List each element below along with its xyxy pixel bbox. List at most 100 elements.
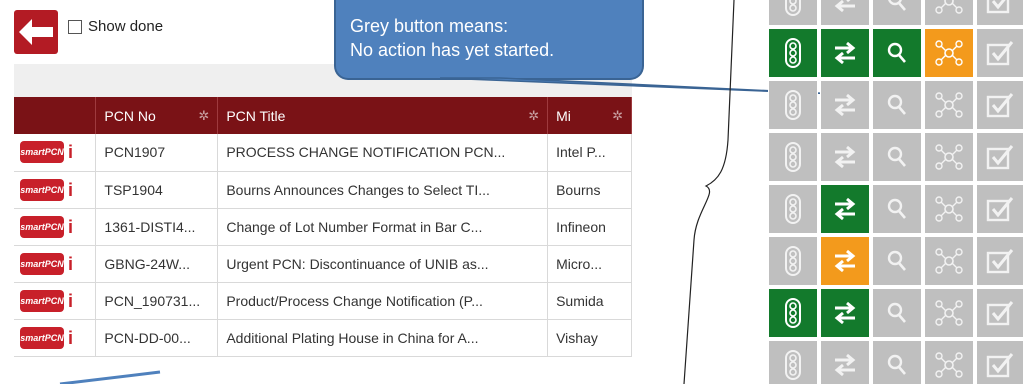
show-done-checkbox[interactable]: Show done [68,18,163,35]
column-header-manufacturer[interactable]: Mi ✲ [547,97,632,134]
checkbox-icon [986,352,1014,378]
table-row[interactable]: smartPCN i GBNG-24W... Urgent PCN: Disconti… [14,245,632,283]
column-header-pcn-title[interactable]: PCN Title ✲ [217,97,549,134]
manufacturer-cell: Bourns [547,171,632,209]
pcn-no-cell: GBNG-24W... [95,245,219,283]
smartpcn-logo-icon[interactable]: smartPCN [20,178,64,201]
table-header-row: PCN No ✲ PCN Title ✲ Mi ✲ [14,97,632,134]
traffic-light-icon [783,142,803,172]
status-button-traffic-light[interactable] [768,236,818,286]
manufacturer-cell: Infineon [547,208,632,246]
status-button-exchange-arrows[interactable] [820,340,870,384]
status-button-network[interactable] [924,340,974,384]
status-button-magnifier[interactable] [872,288,922,338]
status-button-traffic-light[interactable] [768,340,818,384]
gear-icon[interactable]: ✲ [528,108,539,124]
info-icon[interactable]: i [68,216,76,238]
exchange-arrows-icon [832,249,858,273]
magnifier-icon [886,301,908,325]
table-row[interactable]: smartPCN i TSP1904 Bourns Announces Changes… [14,171,632,209]
smartpcn-button[interactable]: smartPCN i [20,215,76,238]
pcn-no-cell: 1361-DISTI4... [95,208,219,246]
info-icon[interactable]: i [68,290,76,312]
manufacturer-cell: Intel P... [547,134,632,172]
traffic-light-icon [783,194,803,224]
smartpcn-button[interactable]: smartPCN i [20,252,76,275]
manufacturer-cell: Micro... [547,245,632,283]
status-button-checkbox[interactable] [976,132,1024,182]
status-button-network[interactable] [924,80,974,130]
table-row[interactable]: smartPCN i PCN1907 PROCESS CHANGE NOTIFICAT… [14,134,632,172]
row-actions-cell: smartPCN i [14,208,97,246]
status-button-checkbox[interactable] [976,236,1024,286]
column-header-pcn-no[interactable]: PCN No ✲ [95,97,219,134]
status-button-magnifier[interactable] [872,0,922,26]
status-button-exchange-arrows[interactable] [820,236,870,286]
magnifier-icon [886,197,908,221]
exchange-arrows-icon [832,301,858,325]
status-button-magnifier[interactable] [872,184,922,234]
checkbox-box[interactable] [68,19,82,34]
status-button-traffic-light[interactable] [768,80,818,130]
column-header-label: PCN No [104,107,156,124]
show-done-label: Show done [88,18,164,35]
pcn-no-cell: PCN_190731... [95,282,219,320]
callout-bubble: Grey button means: No action has yet sta… [334,0,644,80]
gear-icon[interactable]: ✲ [198,108,209,124]
status-button-checkbox[interactable] [976,340,1024,384]
status-button-traffic-light[interactable] [768,0,818,26]
info-icon[interactable]: i [68,253,76,275]
smartpcn-button[interactable]: smartPCN i [20,178,76,201]
smartpcn-logo-icon[interactable]: smartPCN [20,289,64,312]
row-actions-cell: smartPCN i [14,319,97,357]
status-button-exchange-arrows[interactable] [820,288,870,338]
status-button-network[interactable] [924,132,974,182]
status-button-network[interactable] [924,0,974,26]
status-button-magnifier[interactable] [872,80,922,130]
status-button-exchange-arrows[interactable] [820,0,870,26]
status-button-checkbox[interactable] [976,0,1024,26]
status-button-checkbox[interactable] [976,288,1024,338]
status-button-exchange-arrows[interactable] [820,80,870,130]
traffic-light-icon [783,246,803,276]
checkbox-icon [986,92,1014,118]
gear-icon[interactable]: ✲ [612,108,623,124]
smartpcn-logo-icon[interactable]: smartPCN [20,141,64,164]
status-button-network[interactable] [924,288,974,338]
smartpcn-logo-icon[interactable]: smartPCN [20,326,64,349]
pcn-title-cell: Change of Lot Number Format in Bar C... [217,208,549,246]
status-button-exchange-arrows[interactable] [820,28,870,78]
status-button-magnifier[interactable] [872,340,922,384]
table-row[interactable]: smartPCN i PCN-DD-00... Additional Plating … [14,319,632,357]
traffic-light-icon [783,90,803,120]
exchange-arrows-icon [832,0,858,13]
status-button-exchange-arrows[interactable] [820,132,870,182]
table-row[interactable]: smartPCN i 1361-DISTI4... Change of Lot Num… [14,208,632,246]
exchange-arrows-icon [832,41,858,65]
smartpcn-button[interactable]: smartPCN i [20,141,76,164]
smartpcn-logo-icon[interactable]: smartPCN [20,215,64,238]
status-button-traffic-light[interactable] [768,28,818,78]
pcn-no-cell: TSP1904 [95,171,219,209]
status-button-exchange-arrows[interactable] [820,184,870,234]
info-icon[interactable]: i [68,179,76,201]
smartpcn-logo-icon[interactable]: smartPCN [20,252,64,275]
status-button-checkbox[interactable] [976,28,1024,78]
back-button[interactable] [14,10,58,54]
info-icon[interactable]: i [68,327,76,349]
status-button-checkbox[interactable] [976,184,1024,234]
smartpcn-button[interactable]: smartPCN i [20,289,76,312]
status-button-traffic-light[interactable] [768,184,818,234]
smartpcn-button[interactable]: smartPCN i [20,326,76,349]
status-button-traffic-light[interactable] [768,132,818,182]
info-icon[interactable]: i [68,141,76,163]
status-button-network[interactable] [924,184,974,234]
status-button-network[interactable] [924,28,974,78]
status-button-magnifier[interactable] [872,28,922,78]
status-button-magnifier[interactable] [872,132,922,182]
status-button-traffic-light[interactable] [768,288,818,338]
table-row[interactable]: smartPCN i PCN_190731... Product/Process Ch… [14,282,632,320]
status-button-network[interactable] [924,236,974,286]
status-button-magnifier[interactable] [872,236,922,286]
status-button-checkbox[interactable] [976,80,1024,130]
